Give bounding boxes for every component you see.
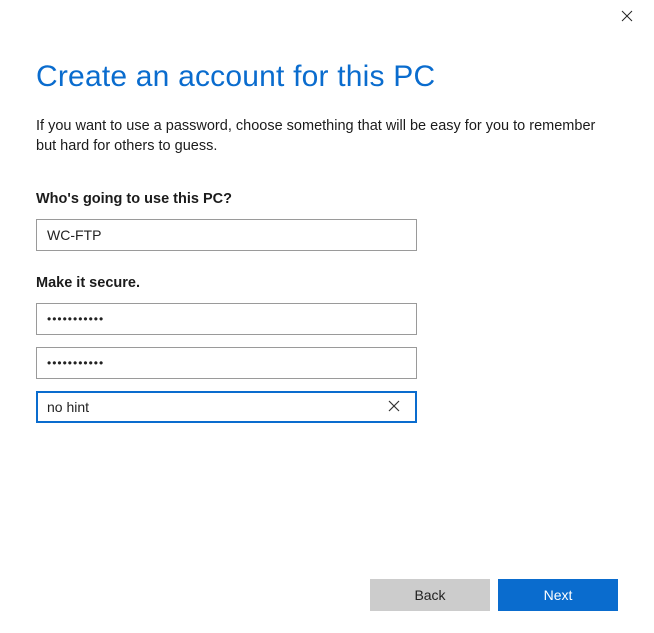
password-hint-input[interactable]: no hint: [36, 391, 417, 423]
password-hint-value: no hint: [47, 399, 382, 415]
page-description: If you want to use a password, choose so…: [36, 116, 616, 157]
next-button[interactable]: Next: [498, 579, 618, 611]
close-icon: [618, 10, 636, 22]
page-title: Create an account for this PC: [36, 60, 618, 94]
clear-hint-button[interactable]: [382, 393, 406, 421]
password-input[interactable]: •••••••••••: [36, 303, 417, 335]
close-icon: [388, 399, 400, 415]
dialog-footer: Back Next: [370, 579, 618, 611]
secure-section-label: Make it secure.: [36, 275, 618, 291]
back-button[interactable]: Back: [370, 579, 490, 611]
dialog-content: Create an account for this PC If you wan…: [0, 0, 654, 423]
username-section-label: Who's going to use this PC?: [36, 191, 618, 207]
password-confirm-mask: •••••••••••: [47, 356, 406, 370]
password-confirm-input[interactable]: •••••••••••: [36, 347, 417, 379]
username-value: WC-FTP: [47, 227, 406, 243]
password-mask: •••••••••••: [47, 312, 406, 326]
close-button[interactable]: [618, 10, 636, 28]
username-input[interactable]: WC-FTP: [36, 219, 417, 251]
